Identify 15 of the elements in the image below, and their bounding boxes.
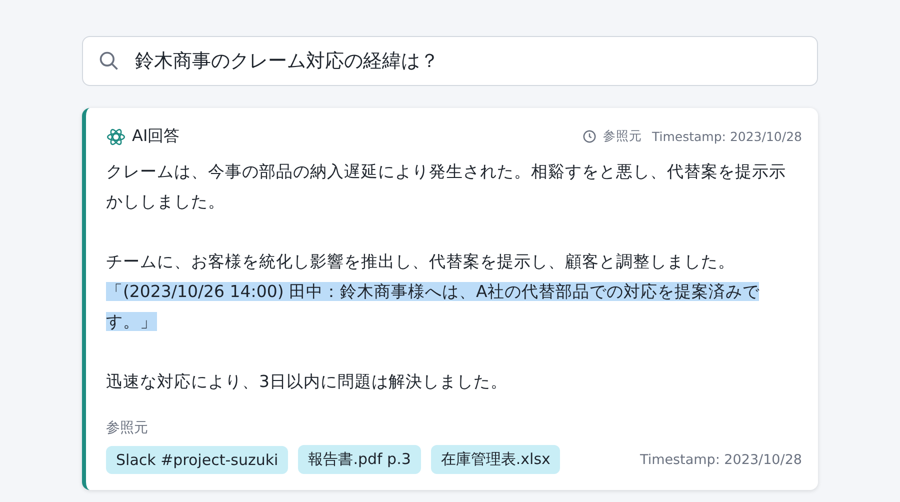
- answer-paragraph: チームに、お客様を統化し影響を推出し、代替案を提示し、顧客と調整しました。 「(2023/10/26 14:00) 田中：鈴木商事様へは、A社の代替部品での対応を提案済みです。」: [106, 251, 760, 333]
- source-label: 参照元: [602, 128, 642, 145]
- search-field[interactable]: 鈴木商事のクレーム対応の経緯は？: [82, 36, 818, 86]
- sources-heading: 参照元: [106, 419, 149, 437]
- source-chip[interactable]: 在庫管理表.xlsx: [430, 445, 560, 474]
- footer-timestamp: Timestamp: 2023/10/28: [640, 452, 802, 468]
- ai-logo-icon: [106, 126, 126, 146]
- answer-paragraph: クレームは、今事の部品の納入遅延により発生された。相谿すをと悪し、代替案を提示示かししました。: [106, 161, 787, 213]
- timestamp: Timestamp: 2023/10/28: [652, 129, 802, 144]
- search-icon: [98, 50, 120, 72]
- answer-paragraph: 迅速な対応により、3日以内に問題は解決しました。: [106, 371, 508, 393]
- source-chip[interactable]: 報告書.pdf p.3: [298, 445, 421, 474]
- source-chip[interactable]: Slack #project-suzuki: [106, 446, 288, 474]
- answer-title: AI回答: [132, 126, 180, 147]
- clock-icon: [582, 129, 597, 144]
